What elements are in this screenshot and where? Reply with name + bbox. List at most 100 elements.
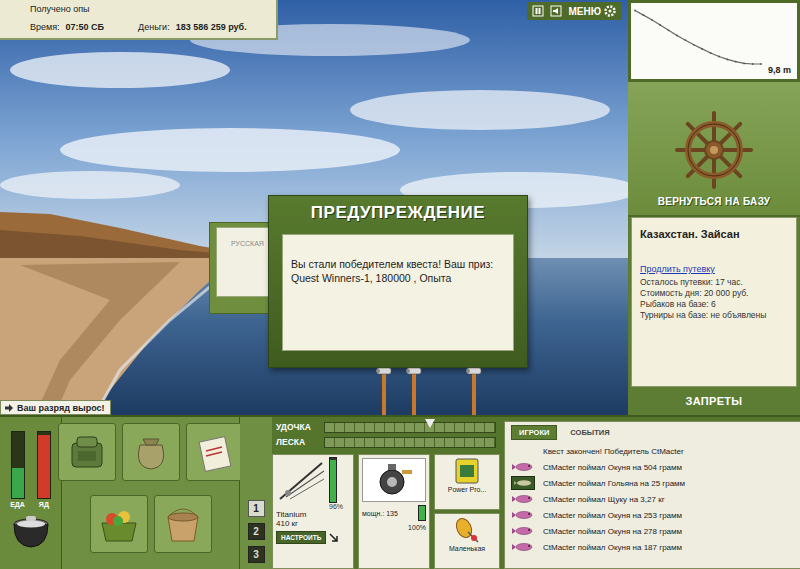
rod-condition: 96% xyxy=(329,457,343,510)
bucket-icon[interactable] xyxy=(160,503,206,545)
resize-arrow-icon[interactable] xyxy=(329,533,339,543)
configure-row: НАСТРОИТЬ xyxy=(276,531,350,544)
fishing-rod-icon[interactable] xyxy=(276,457,326,503)
menu-button[interactable]: МЕНЮ xyxy=(568,4,617,18)
bans-label[interactable]: ЗАПРЕТЫ xyxy=(686,395,743,407)
backpack-icon[interactable] xyxy=(64,431,110,473)
need-track xyxy=(11,431,25,499)
need-label: ЯД xyxy=(39,501,49,508)
inventory-slot[interactable] xyxy=(154,495,212,553)
sack-icon[interactable] xyxy=(128,431,174,473)
event-row: CtMacter поймал Окуня на 504 грамм xyxy=(511,459,797,475)
inventory-slot[interactable] xyxy=(122,423,180,481)
event-row: CtMacter поймал Окуня на 278 грамм xyxy=(511,523,797,539)
reel-power: мощн.: 135 xyxy=(362,510,398,517)
rod-condition-text: 96% xyxy=(329,503,343,510)
need-gauge: ЕДА xyxy=(10,431,25,508)
depth-reading: 9,8 m xyxy=(768,65,791,75)
lure-card[interactable]: Маленькая xyxy=(434,513,500,569)
fish-icon xyxy=(511,460,535,474)
need-fill xyxy=(38,435,50,498)
tension-meter: УДОЧКА xyxy=(272,421,500,433)
menu-label[interactable]: МЕНЮ xyxy=(568,6,601,17)
event-row: CtMacter поймал Щуку на 3,27 кг xyxy=(511,491,797,507)
reel-card[interactable]: мощн.: 135 100% xyxy=(358,454,430,569)
inventory-slot[interactable] xyxy=(186,423,244,481)
events-tab[interactable]: ИГРОКИ xyxy=(511,425,557,440)
reel-condition-gauge xyxy=(418,505,426,521)
return-label[interactable]: ВЕРНУТЬСЯ НА БАЗУ xyxy=(658,196,771,207)
status-panel: Получено опыВремя:07:50 СБДеньги:183 586… xyxy=(0,0,278,40)
extend-link[interactable]: Продлить путевку xyxy=(640,264,788,274)
events-tabs: ИГРОКИ СОБЫТИЯ xyxy=(505,422,800,443)
configure-button[interactable]: НАСТРОИТЬ xyxy=(276,531,326,544)
inventory-slot[interactable] xyxy=(58,423,116,481)
time-value: 07:50 СБ xyxy=(66,22,105,32)
lure-name: Маленькая xyxy=(449,545,485,552)
tackle-panel: УДОЧКАЛЕСКА96%Titanium410 кгНАСТРОИТЬмощ… xyxy=(272,417,500,569)
cauldron-icon[interactable] xyxy=(9,514,53,550)
fish-icon xyxy=(511,492,535,506)
bait-basket-icon[interactable] xyxy=(96,503,142,545)
reel-condition-fill xyxy=(419,506,425,520)
line-card[interactable]: Power Pro... xyxy=(434,454,500,510)
rank-text: Ваш разряд вырос! xyxy=(17,403,105,413)
dialog-message: Вы стали победителем квеста! Ваш приз: Q… xyxy=(282,234,514,351)
warning-dialog: ПРЕДУПРЕЖДЕНИЕ Вы стали победителем квест… xyxy=(268,195,528,368)
event-text: CtMacter поймал Окуня на 187 грамм xyxy=(543,543,682,552)
gear-icon[interactable] xyxy=(603,4,617,18)
fishing-rods-icon[interactable] xyxy=(370,362,490,415)
tackle-row: 96%Titanium410 кгНАСТРОИТЬмощн.: 135100%… xyxy=(272,451,500,569)
inventory-slot[interactable] xyxy=(90,495,148,553)
event-text: CtMacter поймал Окуня на 278 грамм xyxy=(543,527,682,536)
needs-gauges: ЕДА ЯД xyxy=(10,431,51,508)
tension-track xyxy=(324,437,496,448)
side-panel: 9,8 m ВЕРНУТЬСЯ НА БАЗУ Казахстан. Зайсан П… xyxy=(628,0,800,415)
dialog-title: ПРЕДУПРЕЖДЕНИЕ xyxy=(269,196,527,230)
depth-chart-panel: 9,8 m xyxy=(628,0,800,82)
bans-button[interactable]: ЗАПРЕТЫ xyxy=(628,387,800,415)
event-text: CtMacter поймал Щуку на 3,27 кг xyxy=(543,495,665,504)
events-tab[interactable]: СОБЫТИЯ xyxy=(563,426,616,439)
meter-label: УДОЧКА xyxy=(272,422,320,432)
reel-stats: мощн.: 135 xyxy=(362,505,426,521)
rod-slot[interactable]: 1 xyxy=(248,500,265,517)
inventory-row xyxy=(90,495,212,553)
need-fill xyxy=(12,468,24,498)
fish-icon xyxy=(511,476,535,490)
info-line: Осталось путевки: 17 час. xyxy=(640,277,788,288)
rod-condition-gauge xyxy=(329,457,337,503)
rod-slot[interactable]: 2 xyxy=(248,523,265,540)
pause-icon[interactable] xyxy=(532,5,544,17)
line-spool-icon[interactable] xyxy=(452,457,482,485)
reel-image xyxy=(362,458,426,502)
ship-wheel-icon[interactable] xyxy=(674,110,754,190)
arrow-icon xyxy=(4,403,14,413)
line-name: Power Pro... xyxy=(448,486,487,493)
reel-condition: 100% xyxy=(362,524,426,531)
reel-icon[interactable] xyxy=(372,462,416,498)
sound-icon[interactable] xyxy=(550,5,562,17)
toolbar: МЕНЮ xyxy=(527,2,622,20)
need-color xyxy=(38,435,50,498)
line-and-lure: Power Pro... Маленькая xyxy=(434,454,500,569)
return-to-base-button[interactable]: ВЕРНУТЬСЯ НА БАЗУ xyxy=(628,82,800,217)
rod-card[interactable]: 96%Titanium410 кгНАСТРОИТЬ xyxy=(272,454,354,569)
rod-slots: 1 2 3 xyxy=(240,417,272,569)
notification-text: Получено опы xyxy=(30,4,268,14)
need-label: ЕДА xyxy=(10,501,25,508)
inventory-panel xyxy=(62,417,240,569)
need-color xyxy=(12,468,24,498)
location-title: Казахстан. Зайсан xyxy=(640,228,788,240)
money-label: Деньги: xyxy=(138,22,170,32)
rod-slot[interactable]: 3 xyxy=(248,546,265,563)
spinner-lure-icon[interactable] xyxy=(452,516,482,544)
fishing-book-icon[interactable] xyxy=(192,431,238,473)
needs-panel: ЕДА ЯД xyxy=(0,417,62,569)
rank-notification: Ваш разряд вырос! xyxy=(0,400,111,415)
top-area: Получено опыВремя:07:50 СБДеньги:183 586… xyxy=(0,0,800,415)
rod-load: 410 кг xyxy=(276,519,350,528)
info-line: Стоимость дня: 20 000 руб. xyxy=(640,288,788,299)
event-row: CtMacter поймал Окуня на 253 грамм xyxy=(511,507,797,523)
